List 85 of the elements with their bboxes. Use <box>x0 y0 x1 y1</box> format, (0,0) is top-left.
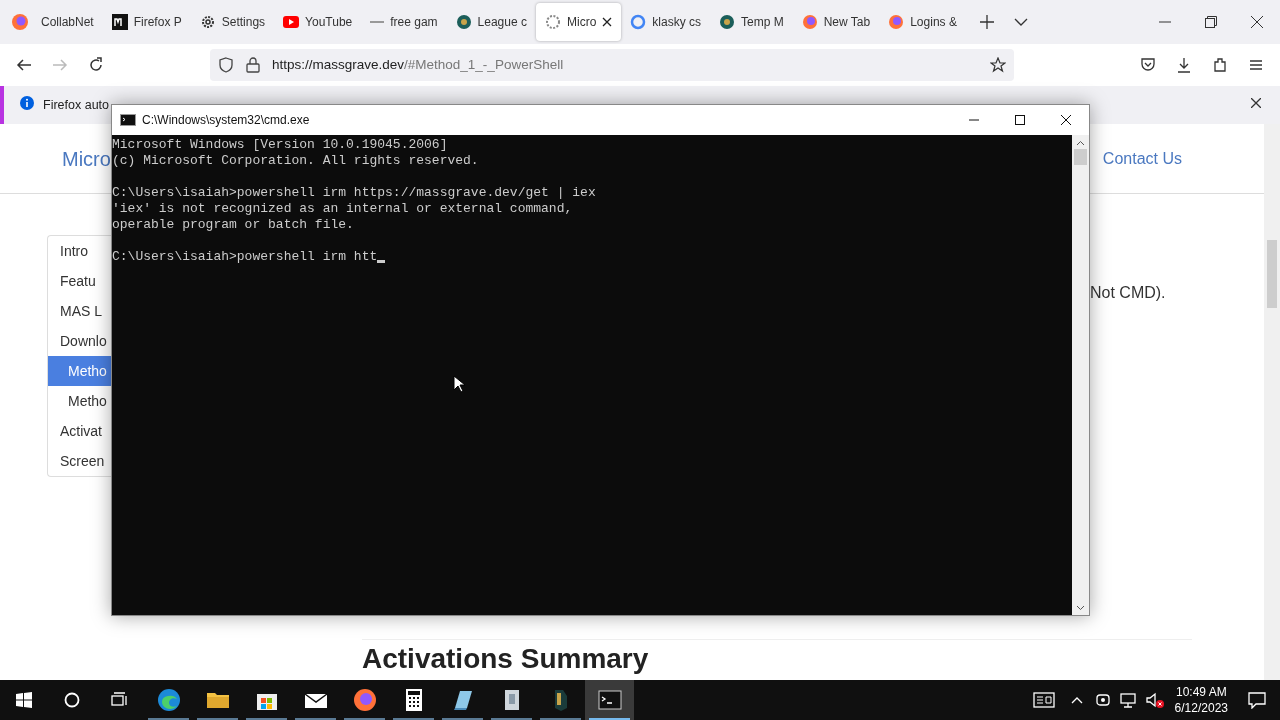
mouse-pointer-icon <box>453 375 465 393</box>
new-tab-icon[interactable] <box>979 15 994 29</box>
terminal-icon <box>597 688 622 712</box>
lock-icon <box>246 57 260 73</box>
sidebar-item[interactable]: Featu <box>48 266 111 296</box>
console-line: C:\Users\isaiah>powershell irm htt <box>112 249 378 265</box>
browser-tab[interactable]: Settings <box>190 3 275 41</box>
firefox-icon <box>352 688 377 712</box>
firefox-icon <box>888 14 905 30</box>
menu-icon[interactable] <box>1248 57 1264 73</box>
close-icon[interactable] <box>602 17 613 27</box>
browser-tab[interactable]: klasky cs <box>621 3 710 41</box>
url-text: https://massgrave.dev/#Method_1_-_PowerShell <box>272 55 564 74</box>
browser-tab[interactable]: Temp M <box>710 3 793 41</box>
close-icon[interactable] <box>1060 114 1072 126</box>
console-line: Microsoft Windows [Version 10.0.19045.2006] <box>112 137 448 153</box>
sidebar-item[interactable]: Screen <box>48 446 111 476</box>
scrollbar[interactable] <box>1072 135 1089 615</box>
notification-icon[interactable] <box>1248 691 1266 709</box>
play-icon <box>283 14 300 30</box>
download-icon[interactable] <box>1176 57 1192 73</box>
browser-tab[interactable]: New Tab <box>792 3 880 41</box>
reload-icon[interactable] <box>88 57 104 73</box>
browser-tab[interactable]: Micro <box>536 3 622 41</box>
network-icon[interactable] <box>1119 692 1136 708</box>
pocket-icon[interactable] <box>1140 57 1156 73</box>
browser-tab[interactable]: League c <box>446 3 536 41</box>
browser-tab[interactable]: CollabNet <box>32 3 103 41</box>
sidebar-item[interactable]: Downlo <box>48 326 111 356</box>
site-title[interactable]: Micro <box>62 143 111 174</box>
sidebar-item[interactable]: Intro <box>48 236 111 266</box>
star-icon[interactable] <box>990 57 1006 73</box>
address-bar[interactable]: https://massgrave.dev/#Method_1_-_PowerShell <box>210 49 1014 81</box>
console-line: operable program or batch file. <box>112 217 354 233</box>
section-heading: Activations Summary <box>362 642 649 676</box>
browser-tab[interactable]: YouTube <box>274 3 362 41</box>
console-line: (c) Microsoft Corporation. All rights reserved. <box>112 153 479 169</box>
nav-link[interactable]: Contact Us <box>1102 146 1182 171</box>
body-text: Not CMD). <box>1090 283 1166 303</box>
windows-start-icon[interactable] <box>16 692 32 708</box>
maximize-icon[interactable] <box>1014 114 1026 126</box>
dash-icon <box>370 21 385 23</box>
console-line: C:\Users\isaiah>powershell irm https://massgrave.dev/get | iex <box>112 185 596 201</box>
close-icon[interactable] <box>1251 16 1263 28</box>
scroll-thumb[interactable] <box>1267 240 1277 308</box>
scroll-up-icon[interactable] <box>1076 140 1085 146</box>
news-icon[interactable] <box>1032 692 1055 708</box>
loading-icon <box>545 14 561 30</box>
extensions-icon[interactable] <box>1212 57 1228 73</box>
window-title: C:\Windows\system32\cmd.exe <box>142 112 310 129</box>
browser-tab[interactable]: free gam <box>361 3 447 41</box>
camera-icon[interactable] <box>1095 692 1110 708</box>
taskbar-button[interactable] <box>585 680 634 720</box>
clock-date[interactable]: 6/12/2023 <box>1174 700 1228 716</box>
round-logo-icon <box>455 14 472 30</box>
info-icon <box>20 96 34 110</box>
close-icon[interactable] <box>1251 98 1261 108</box>
letter-g-icon <box>630 14 647 30</box>
browser-tab[interactable]: Logins & <box>879 3 966 41</box>
shield-icon <box>218 57 234 73</box>
back-icon[interactable] <box>16 57 32 73</box>
scrollbar[interactable] <box>1264 124 1280 680</box>
cursor <box>377 260 386 263</box>
terminal-icon <box>120 114 136 126</box>
task-view-icon[interactable] <box>111 692 129 708</box>
firefox-icon[interactable] <box>11 13 29 31</box>
notification-text: Firefox auto <box>43 98 109 112</box>
sidebar-item[interactable]: Metho <box>48 386 111 416</box>
browser-tab[interactable]: Firefox P <box>102 3 191 41</box>
round-logo-icon <box>719 14 735 30</box>
firefox-icon <box>801 14 818 30</box>
sidebar-item[interactable]: MAS L <box>48 296 111 326</box>
search-icon[interactable] <box>64 692 80 708</box>
restore-icon[interactable] <box>1205 16 1217 28</box>
muted-speaker-icon[interactable] <box>1145 692 1164 708</box>
gear-icon <box>199 14 216 30</box>
letter-m-icon <box>111 14 128 30</box>
clock-time[interactable]: 10:49 AM <box>1175 684 1227 700</box>
chevron-up-icon[interactable] <box>1070 696 1083 704</box>
sidebar-item[interactable]: Activat <box>48 416 111 446</box>
sidebar-item[interactable]: Metho <box>48 356 111 386</box>
scroll-thumb[interactable] <box>1074 149 1087 165</box>
edge-icon <box>156 688 181 712</box>
console-line: 'iex' is not recognized as an internal or external command, <box>112 201 573 217</box>
scroll-down-icon[interactable] <box>1076 605 1085 611</box>
